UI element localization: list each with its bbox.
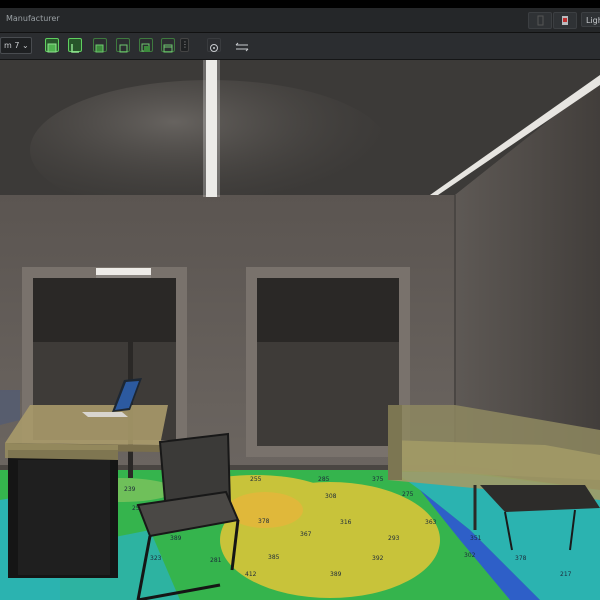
svg-text:275: 275 — [402, 491, 414, 498]
svg-text:239: 239 — [124, 486, 136, 493]
svg-text:285: 285 — [318, 476, 330, 483]
svg-text:385: 385 — [268, 554, 280, 561]
panel-icon — [537, 15, 544, 26]
window-icon — [246, 267, 410, 457]
measure-tool-button[interactable] — [234, 38, 250, 52]
svg-text:392: 392 — [372, 555, 384, 562]
svg-text:351: 351 — [470, 535, 482, 542]
view-floor-plan-button[interactable] — [68, 38, 82, 53]
cube-back-icon — [141, 43, 150, 52]
floor-plan-icon — [71, 44, 79, 53]
cube-front-icon — [95, 44, 104, 53]
view-mode-select[interactable]: m 7 ⌄ — [0, 37, 32, 54]
svg-text:308: 308 — [325, 493, 337, 500]
cube-top-icon — [163, 44, 173, 53]
app-title: Manufacturer — [6, 14, 60, 23]
render-viewport[interactable]: 255285375 298308275 255378316 363389367 … — [0, 60, 600, 600]
more-views-button[interactable]: ⋮ — [180, 38, 189, 52]
svg-text:316: 316 — [340, 519, 352, 526]
svg-text:389: 389 — [170, 535, 182, 542]
target-icon — [210, 44, 218, 52]
svg-text:363: 363 — [425, 519, 437, 526]
svg-text:323: 323 — [150, 555, 162, 562]
record-button[interactable] — [553, 12, 577, 29]
svg-text:378: 378 — [258, 518, 270, 525]
window-button[interactable] — [528, 12, 552, 29]
focus-tool-button[interactable] — [207, 38, 221, 52]
arrows-horizontal-icon — [235, 42, 249, 52]
room-render: 255285375 298308275 255378316 363389367 … — [0, 60, 600, 600]
svg-text:367: 367 — [300, 531, 312, 538]
svg-text:255: 255 — [250, 476, 262, 483]
view-3d-button[interactable] — [45, 38, 59, 53]
svg-text:389: 389 — [330, 571, 342, 578]
cube-side-icon — [119, 44, 128, 53]
tab-lighting[interactable]: Ligh — [581, 12, 600, 27]
svg-text:217: 217 — [560, 571, 572, 578]
title-bar: Manufacturer Ligh — [0, 8, 600, 33]
cube-solid-icon — [47, 43, 57, 53]
view-back-button[interactable] — [139, 38, 153, 52]
svg-text:378: 378 — [515, 555, 527, 562]
svg-text:375: 375 — [372, 476, 384, 483]
app-window: Manufacturer Ligh m 7 ⌄ ⋮ — [0, 0, 600, 600]
view-toolbar: m 7 ⌄ ⋮ — [0, 33, 600, 95]
svg-text:412: 412 — [245, 571, 257, 578]
view-front-button[interactable] — [93, 38, 107, 53]
svg-text:302: 302 — [464, 552, 476, 559]
view-side-button[interactable] — [116, 38, 130, 53]
view-top-button[interactable] — [161, 38, 175, 53]
svg-text:281: 281 — [210, 557, 222, 564]
record-icon — [562, 16, 568, 25]
svg-text:293: 293 — [388, 535, 400, 542]
